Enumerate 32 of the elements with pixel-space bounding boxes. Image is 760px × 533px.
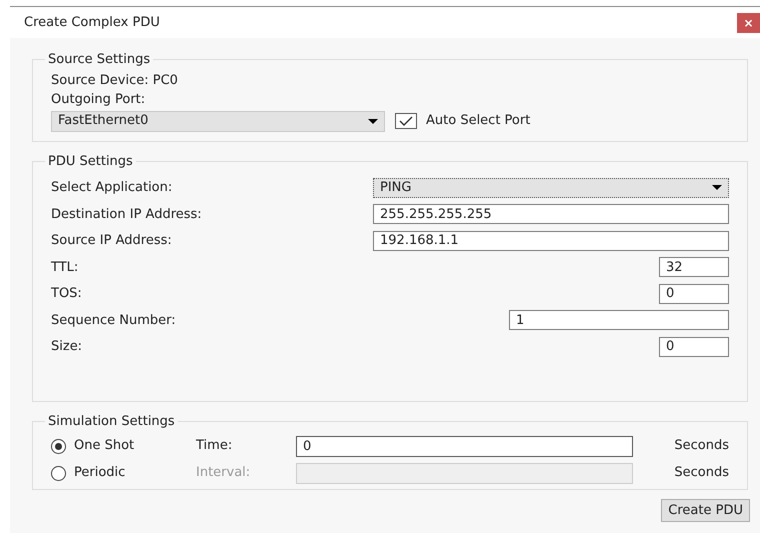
caret-icon — [368, 118, 378, 124]
field-label: Sequence Number: — [51, 312, 176, 330]
field-label: Time: — [196, 437, 234, 456]
outgoing-port-label: Outgoing Port: — [51, 90, 146, 108]
unit-label: Seconds — [674, 437, 729, 456]
unit-label: Seconds — [674, 464, 729, 482]
field-label: TOS: — [51, 285, 82, 303]
port-dropdown[interactable]: FastEthernet0 — [51, 110, 385, 132]
auto-select-checkbox[interactable]: Auto Select Port — [395, 111, 530, 131]
section-title: Source Settings — [47, 51, 152, 69]
source-device-label: Source Device: PC0 — [51, 72, 179, 90]
section-title: PDU Settings — [47, 153, 134, 171]
section-title: Simulation Settings — [47, 413, 176, 431]
input-field[interactable]: 0 — [659, 284, 729, 304]
application-dropdown[interactable]: PING — [373, 178, 729, 198]
input-field[interactable]: 0 — [296, 436, 633, 456]
field-label: Source IP Address: — [51, 232, 172, 250]
field-label: Interval: — [196, 464, 252, 482]
close-button[interactable]: × — [737, 12, 760, 32]
field-label: Destination IP Address: — [51, 206, 202, 224]
window-title: Create Complex PDU — [24, 14, 160, 32]
input-field[interactable]: 255.255.255.255 — [373, 204, 729, 224]
field-label: Size: — [51, 338, 82, 356]
field-label: Select Application: — [51, 179, 172, 197]
input-field[interactable]: 1 — [509, 310, 729, 330]
input-field[interactable]: 192.168.1.1 — [373, 230, 729, 251]
field-label: TTL: — [51, 258, 78, 276]
input-field[interactable]: 32 — [659, 257, 729, 278]
radio-button[interactable]: One Shot — [51, 436, 196, 456]
caret-icon — [712, 185, 722, 190]
input-field[interactable]: 0 — [659, 336, 729, 357]
create-pdu-button[interactable]: Create PDU — [661, 499, 750, 522]
